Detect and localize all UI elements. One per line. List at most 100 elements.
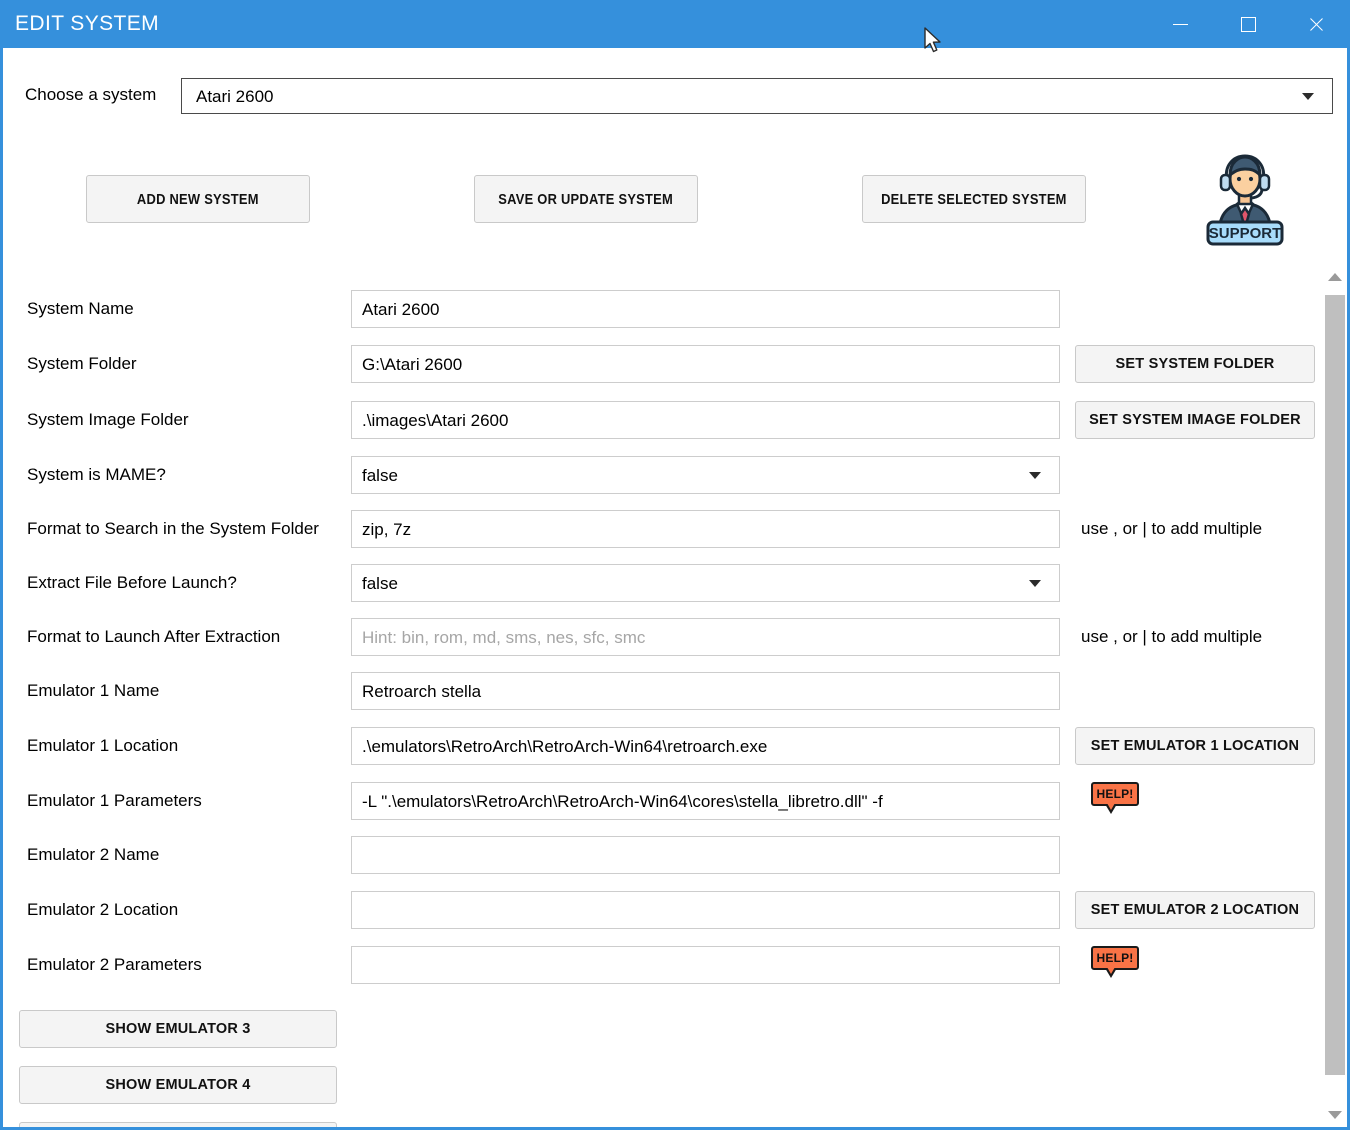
save-or-update-system-label: SAVE OR UPDATE SYSTEM — [498, 190, 674, 208]
field-input[interactable] — [351, 891, 1060, 929]
field-input[interactable]: Hint: bin, rom, md, sms, nes, sfc, smc — [351, 618, 1060, 656]
form-row: Emulator 2 Location SET EMULATOR 2 LOCATI… — [3, 891, 1319, 931]
field-label: Emulator 2 Name — [27, 845, 160, 864]
help-badge-tail-inner-icon — [1107, 967, 1115, 974]
field-label: Format to Launch After Extraction — [27, 627, 281, 646]
field-input[interactable]: .\images\Atari 2600 — [351, 401, 1060, 439]
edit-system-window: EDIT SYSTEM Choose a system Atari 2600 A… — [0, 0, 1350, 1130]
set-path-button[interactable]: SET EMULATOR 1 LOCATION — [1075, 727, 1315, 765]
maximize-icon — [1240, 16, 1256, 32]
field-label: Emulator 1 Location — [27, 736, 179, 755]
choose-system-label: Choose a system — [25, 85, 157, 104]
field-input[interactable]: -L ".\emulators\RetroArch\RetroArch-Win6… — [351, 782, 1060, 820]
form-row: Emulator 2 Name — [3, 836, 1319, 876]
form-row: System Image Folder .\images\Atari 2600 SE… — [3, 401, 1319, 441]
maximize-button[interactable] — [1214, 0, 1282, 48]
system-form: System Name Atari 2600 System Folder G:\Ata… — [3, 268, 1319, 1127]
show-emulator-button[interactable]: SHOW EMULATOR 3 — [19, 1010, 337, 1048]
add-new-system-button[interactable]: ADD NEW SYSTEM — [86, 175, 310, 223]
field-label: System is MAME? — [27, 465, 166, 484]
help-badge-tail-inner-icon — [1107, 803, 1115, 810]
window-title: EDIT SYSTEM — [15, 12, 160, 35]
support-icon[interactable]: SUPPORT — [1199, 142, 1291, 248]
scroll-down-icon[interactable] — [1328, 1111, 1342, 1119]
field-value: zip, 7z — [362, 520, 412, 539]
field-input[interactable]: G:\Atari 2600 — [351, 345, 1060, 383]
field-value: -L ".\emulators\RetroArch\RetroArch-Win6… — [362, 792, 883, 811]
scroll-up-icon[interactable] — [1328, 273, 1342, 281]
close-icon — [1308, 16, 1325, 33]
set-path-button[interactable]: SET SYSTEM FOLDER — [1075, 345, 1315, 383]
support-banner-text: SUPPORT — [1209, 225, 1282, 242]
help-badge-label: HELP! — [1091, 782, 1139, 806]
choose-system-value: Atari 2600 — [196, 87, 274, 106]
minimize-icon — [1172, 23, 1188, 25]
field-input[interactable]: .\emulators\RetroArch\RetroArch-Win64\re… — [351, 727, 1060, 765]
field-placeholder: Hint: bin, rom, md, sms, nes, sfc, smc — [362, 628, 646, 647]
field-label: Emulator 1 Parameters — [27, 791, 202, 810]
field-value: .\emulators\RetroArch\RetroArch-Win64\re… — [362, 737, 768, 756]
field-value: Atari 2600 — [362, 300, 440, 319]
form-row: Emulator 2 Parameters HELP! — [3, 946, 1319, 986]
form-row: Emulator 1 Name Retroarch stella — [3, 672, 1319, 712]
field-label: Emulator 2 Parameters — [27, 955, 202, 974]
help-badge-button[interactable]: HELP! — [1091, 946, 1139, 979]
choose-system-dropdown[interactable]: Atari 2600 — [181, 78, 1333, 114]
field-label: System Folder — [27, 354, 137, 373]
show-emulator-button-label: SHOW EMULATOR 4 — [105, 1077, 251, 1093]
save-or-update-system-button[interactable]: SAVE OR UPDATE SYSTEM — [474, 175, 698, 223]
delete-selected-system-label: DELETE SELECTED SYSTEM — [881, 190, 1067, 208]
scrollbar-thumb[interactable] — [1325, 295, 1345, 1075]
delete-selected-system-button[interactable]: DELETE SELECTED SYSTEM — [862, 175, 1086, 223]
field-value: false — [362, 574, 398, 593]
form-row: Format to Launch After Extraction Hint: b… — [3, 618, 1319, 658]
field-value: false — [362, 466, 398, 485]
field-input[interactable] — [351, 836, 1060, 874]
show-emulator-button[interactable] — [19, 1122, 337, 1127]
field-value: .\images\Atari 2600 — [362, 411, 509, 430]
field-dropdown[interactable]: false — [351, 564, 1060, 602]
chevron-down-icon — [1302, 93, 1314, 100]
field-input[interactable]: zip, 7z — [351, 510, 1060, 548]
form-row: Emulator 1 Parameters -L ".\emulators\Ret… — [3, 782, 1319, 822]
show-emulator-button-label: SHOW EMULATOR 3 — [105, 1021, 251, 1037]
chevron-down-icon — [1029, 472, 1041, 479]
field-value: Retroarch stella — [362, 682, 482, 701]
field-label: Emulator 1 Name — [27, 681, 160, 700]
field-label: System Name — [27, 299, 134, 318]
set-path-button[interactable]: SET SYSTEM IMAGE FOLDER — [1075, 401, 1315, 439]
form-row: Extract File Before Launch? false — [3, 564, 1319, 604]
set-path-button-label: SET EMULATOR 2 LOCATION — [1090, 902, 1300, 918]
minimize-button[interactable] — [1146, 0, 1214, 48]
window-controls — [1146, 0, 1347, 48]
form-row: System Name Atari 2600 — [3, 290, 1319, 330]
close-button[interactable] — [1282, 0, 1347, 48]
choose-system-row: Choose a system Atari 2600 — [3, 78, 1347, 114]
multiple-format-hint: use , or | to add multiple — [1081, 519, 1263, 538]
field-input[interactable]: Atari 2600 — [351, 290, 1060, 328]
form-row: System is MAME? false — [3, 456, 1319, 496]
field-dropdown[interactable]: false — [351, 456, 1060, 494]
field-label: System Image Folder — [27, 410, 189, 429]
set-path-button-label: SET SYSTEM IMAGE FOLDER — [1089, 412, 1301, 428]
add-new-system-label: ADD NEW SYSTEM — [137, 190, 259, 208]
set-path-button-label: SET SYSTEM FOLDER — [1115, 356, 1275, 372]
chevron-down-icon — [1029, 580, 1041, 587]
help-badge-button[interactable]: HELP! — [1091, 782, 1139, 815]
help-badge-label: HELP! — [1091, 946, 1139, 970]
show-emulator-button[interactable]: SHOW EMULATOR 4 — [19, 1066, 337, 1104]
field-label: Emulator 2 Location — [27, 900, 179, 919]
set-path-button-label: SET EMULATOR 1 LOCATION — [1090, 738, 1300, 754]
set-path-button[interactable]: SET EMULATOR 2 LOCATION — [1075, 891, 1315, 929]
title-bar: EDIT SYSTEM — [3, 0, 1347, 48]
form-row: Format to Search in the System Folder zip… — [3, 510, 1319, 550]
field-input[interactable] — [351, 946, 1060, 984]
form-row: Emulator 1 Location .\emulators\RetroArch… — [3, 727, 1319, 767]
field-label: Format to Search in the System Folder — [27, 519, 319, 538]
form-row: System Folder G:\Atari 2600 SET SYSTEM FOL… — [3, 345, 1319, 385]
field-value: G:\Atari 2600 — [362, 355, 463, 374]
field-label: Extract File Before Launch? — [27, 573, 237, 592]
field-input[interactable]: Retroarch stella — [351, 672, 1060, 710]
vertical-scrollbar[interactable] — [1323, 265, 1347, 1127]
multiple-format-hint: use , or | to add multiple — [1081, 627, 1263, 646]
